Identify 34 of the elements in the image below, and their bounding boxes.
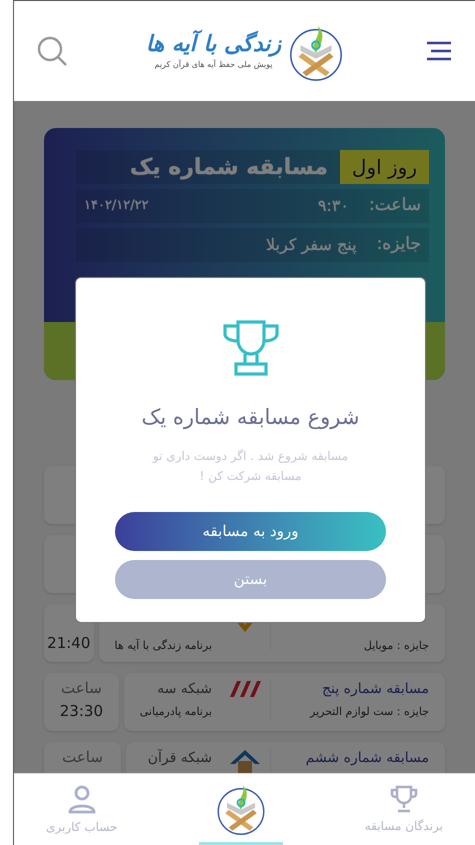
contest-title: مسابقه شماره یک (130, 154, 328, 182)
winners-tab[interactable]: برندگان مسابقه (364, 774, 443, 845)
close-button[interactable]: بستن (115, 560, 386, 598)
prize-label: جایزه: (376, 233, 421, 256)
time-label: ساعت (62, 747, 103, 768)
program-name: برنامه زندگی با آیه ها (114, 638, 212, 654)
account-tab[interactable]: حساب کاربری (46, 774, 118, 845)
modal-title: شروع مسابقه شماره یک (142, 404, 360, 432)
contest-prize: پنج سفر کربلا (266, 234, 357, 256)
user-icon (66, 784, 97, 814)
schedule-card[interactable]: مسابقه شماره ششم شبکه قرآن (126, 742, 445, 773)
time-label: ساعت (60, 678, 102, 699)
channel-logo-icon (228, 748, 262, 773)
time-label: ساعت: (369, 194, 421, 218)
logo-subtitle: پویش ملی حفظ آیه های قرآن کریم (154, 58, 272, 71)
program-name: برنامه پادرمیانی (140, 704, 212, 720)
contest-name: مسابقه شماره پنج (322, 680, 429, 699)
prize-text: جایزه : ست لوازم التحریر (310, 704, 429, 720)
trophy-icon (222, 320, 280, 376)
time-value: 23:30 (60, 700, 103, 722)
schedule-card[interactable]: مسابقه شماره پنج جایزه : ست لوازم التحریر شبکه سه برنامه پادرمیانی (124, 673, 445, 731)
contest-date: ۱۴۰۲/۱۲/۲۲ (84, 197, 149, 216)
trophy-icon (388, 784, 419, 812)
contest-name: مسابقه شماره ششم (306, 749, 429, 768)
channel-name: شبکه سه (157, 680, 212, 699)
modal-message: مسابقه شروع شد . اگر دوست داری تو مسابقه شرکت کن ! (151, 448, 350, 485)
channel-name: شبکه قرآن (148, 748, 212, 768)
contest-time: ۹:۳۰ (318, 195, 349, 217)
prize-text: جایزه : موبایل (364, 638, 429, 654)
logo-title: زندگی با آیه ها (146, 31, 282, 59)
day-badge: روز اول (340, 150, 429, 184)
channel-logo-icon (228, 679, 262, 699)
enter-contest-button[interactable]: ورود به مسابقه (115, 512, 386, 550)
time-value: 21:40 (47, 632, 90, 654)
